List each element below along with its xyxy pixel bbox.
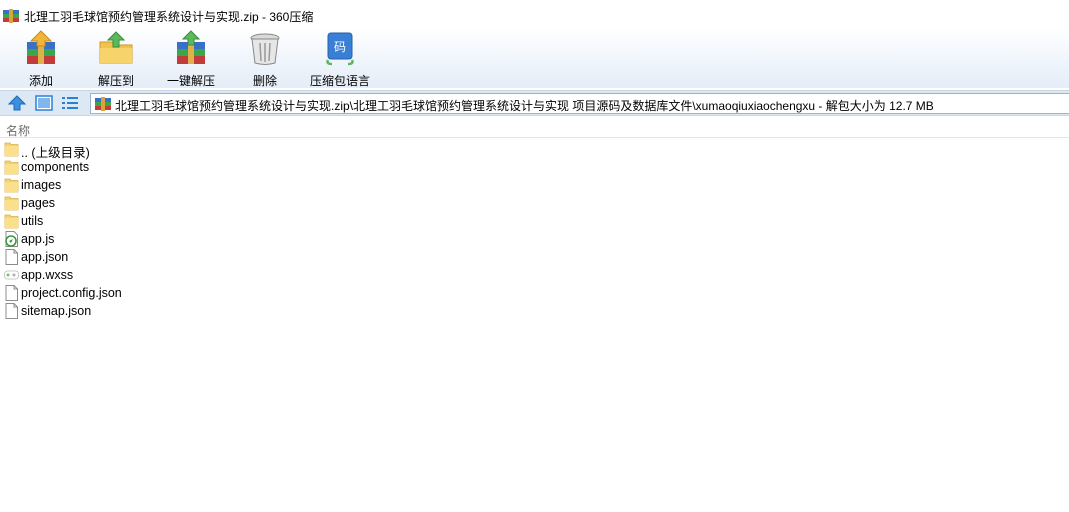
window-title: 北理工羽毛球馆预约管理系统设计与实现.zip - 360压缩 <box>24 10 314 24</box>
file-name: app.json <box>21 250 69 264</box>
file-icon <box>4 249 19 265</box>
file-list: 名称 .. (上级目录) components images pages utils ap… <box>0 118 1069 512</box>
file-name: components <box>21 160 90 174</box>
list-item[interactable]: .. (上级目录) <box>0 140 300 160</box>
archive-language-icon: 码 <box>326 32 354 66</box>
add-label: 添加 <box>28 74 53 88</box>
list-item[interactable]: images <box>0 176 300 194</box>
file-icon <box>4 303 19 319</box>
list-item[interactable]: app.js <box>0 230 300 248</box>
file-name: utils <box>21 214 44 228</box>
folder-icon <box>4 141 19 157</box>
list-item[interactable]: pages <box>0 194 300 212</box>
list-item[interactable]: utils <box>0 212 300 230</box>
navigation-bar: 北理工羽毛球馆预约管理系统设计与实现.zip\北理工羽毛球馆预约管理系统设计与实… <box>0 90 1069 116</box>
file-name: pages <box>21 196 56 210</box>
wxss-file-icon <box>4 267 19 283</box>
one-click-extract-button[interactable]: 一键解压 <box>155 30 227 88</box>
list-item[interactable]: components <box>0 158 300 176</box>
list-item[interactable]: app.json <box>0 248 300 266</box>
add-archive-icon <box>27 30 55 64</box>
js-file-icon <box>4 231 19 247</box>
address-path: 北理工羽毛球馆预约管理系统设计与实现.zip\北理工羽毛球馆预约管理系统设计与实… <box>115 99 934 113</box>
archive-language-button[interactable]: 码 压缩包语言 <box>304 30 376 88</box>
extract-to-button[interactable]: 解压到 <box>80 30 152 88</box>
extract-to-label: 解压到 <box>97 74 134 88</box>
file-icon <box>4 285 19 301</box>
list-item[interactable]: app.wxss <box>0 266 300 284</box>
delete-button[interactable]: 删除 <box>229 30 301 88</box>
toolbar: 添加 解压到 一键解压 删除 码 压缩包语言 <box>0 28 1069 88</box>
list-item[interactable]: project.config.json <box>0 284 300 302</box>
list-view-icon[interactable] <box>61 95 79 111</box>
file-name: app.wxss <box>21 268 74 282</box>
archive-language-label: 压缩包语言 <box>309 74 370 88</box>
delete-label: 删除 <box>252 74 277 88</box>
folder-icon <box>4 159 19 175</box>
add-button[interactable]: 添加 <box>5 30 77 88</box>
svg-text:码: 码 <box>334 40 346 54</box>
delete-trash-icon <box>250 33 280 65</box>
file-name: images <box>21 178 62 192</box>
large-icon-view-icon[interactable] <box>35 95 53 111</box>
list-item[interactable]: sitemap.json <box>0 302 300 320</box>
column-name-label: 名称 <box>6 124 31 138</box>
file-name: sitemap.json <box>21 304 92 318</box>
folder-icon <box>4 195 19 211</box>
column-header-name[interactable]: 名称 <box>0 120 1069 138</box>
app-archive-icon <box>3 9 19 23</box>
one-click-extract-label: 一键解压 <box>166 74 215 88</box>
address-bar[interactable]: 北理工羽毛球馆预约管理系统设计与实现.zip\北理工羽毛球馆预约管理系统设计与实… <box>90 93 1069 114</box>
archive-icon <box>95 97 111 111</box>
extract-to-icon <box>99 31 133 64</box>
file-name: app.js <box>21 232 55 246</box>
up-directory-icon[interactable] <box>8 95 26 111</box>
folder-icon <box>4 213 19 229</box>
one-click-extract-icon <box>177 30 205 64</box>
folder-icon <box>4 177 19 193</box>
file-name: project.config.json <box>21 286 122 300</box>
